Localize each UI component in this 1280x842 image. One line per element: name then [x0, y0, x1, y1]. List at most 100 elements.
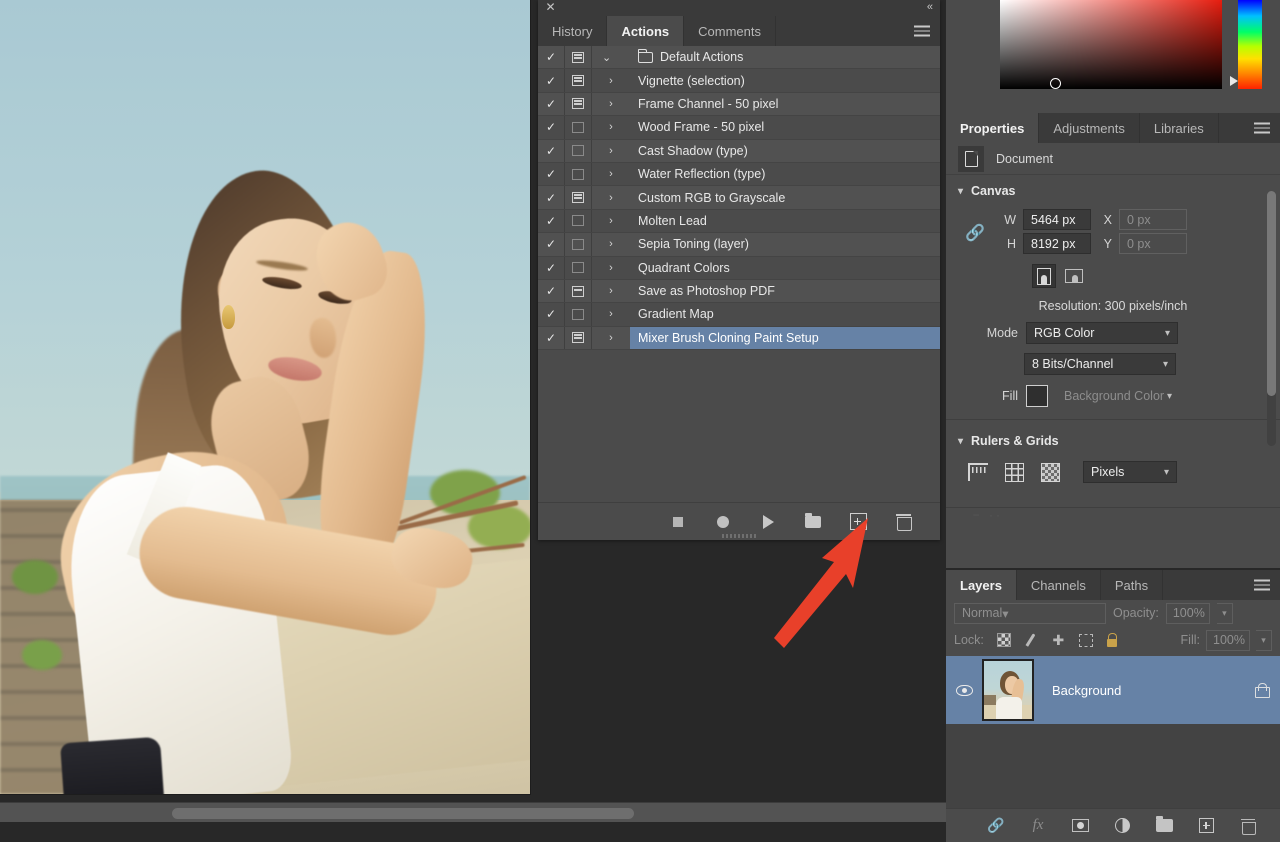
toggle-dialog-box[interactable] — [564, 139, 592, 162]
fill-type-select[interactable]: Background Color ▾ — [1056, 385, 1180, 407]
lock-all-icon[interactable] — [1106, 633, 1118, 647]
new-adjustment-layer-button[interactable] — [1112, 816, 1132, 836]
expand-action-icon[interactable]: › — [592, 285, 630, 297]
action-enabled-checkbox[interactable]: ✓ — [538, 307, 564, 321]
action-enabled-checkbox[interactable]: ✓ — [538, 120, 564, 134]
y-input[interactable]: 0 px — [1119, 233, 1187, 254]
action-row[interactable]: ✓ › Cast Shadow (type) — [538, 139, 940, 163]
toggle-dialog-box[interactable] — [564, 92, 592, 116]
add-layer-mask-button[interactable] — [1070, 816, 1090, 836]
grid-icon[interactable] — [1005, 462, 1024, 482]
hue-slider[interactable] — [1230, 0, 1262, 89]
delete-layer-button[interactable] — [1238, 816, 1258, 836]
action-enabled-checkbox[interactable]: ✓ — [538, 74, 564, 88]
landscape-orientation-button[interactable] — [1062, 264, 1086, 288]
action-row[interactable]: ✓ › Vignette (selection) — [538, 69, 940, 93]
action-name[interactable]: Custom RGB to Grayscale — [630, 186, 940, 208]
properties-vertical-scrollbar[interactable] — [1267, 191, 1276, 446]
layer-thumbnail[interactable] — [982, 659, 1034, 721]
action-name[interactable]: Mixer Brush Cloning Paint Setup — [630, 326, 940, 350]
expand-action-icon[interactable]: › — [592, 75, 630, 87]
toggle-dialog-box[interactable] — [564, 233, 592, 256]
expand-action-icon[interactable]: › — [592, 332, 630, 344]
tab-comments[interactable]: Comments — [684, 16, 776, 46]
canvas-horizontal-scrollbar[interactable] — [0, 802, 946, 822]
action-name[interactable]: Water Reflection (type) — [630, 163, 940, 185]
bit-depth-select[interactable]: 8 Bits/Channel ▾ — [1024, 353, 1176, 375]
toggle-dialog-box[interactable] — [564, 162, 592, 186]
toggle-dialog-box[interactable] — [564, 116, 592, 139]
action-name[interactable]: Wood Frame - 50 pixel — [630, 116, 940, 138]
toggle-dialog-box[interactable] — [564, 256, 592, 279]
toggle-dialog-box[interactable] — [564, 303, 592, 326]
panel-menu-icon[interactable] — [1254, 122, 1270, 134]
action-enabled-checkbox[interactable]: ✓ — [538, 261, 564, 275]
lock-transparent-pixels-icon[interactable] — [996, 633, 1011, 647]
action-row[interactable]: ✓ › Molten Lead — [538, 209, 940, 234]
x-input[interactable]: 0 px — [1119, 209, 1187, 230]
color-mode-select[interactable]: RGB Color ▾ — [1026, 322, 1178, 344]
action-enabled-checkbox[interactable]: ✓ — [538, 50, 564, 64]
expand-action-icon[interactable]: › — [592, 145, 630, 157]
opacity-stepper[interactable]: ▾ — [1216, 602, 1233, 624]
expand-action-icon[interactable]: › — [592, 192, 630, 204]
action-enabled-checkbox[interactable]: ✓ — [538, 237, 564, 251]
toggle-dialog-box[interactable] — [564, 69, 592, 92]
action-row[interactable]: ✓ › Frame Channel - 50 pixel — [538, 92, 940, 117]
toggle-dialog-box[interactable] — [564, 279, 592, 303]
fill-color-swatch[interactable] — [1026, 385, 1048, 407]
toggle-dialog-box[interactable] — [564, 186, 592, 209]
lock-artboard-nesting-icon[interactable] — [1078, 633, 1093, 647]
rulers-grids-section-header[interactable]: ▾ Rulers & Grids — [946, 428, 1280, 454]
action-name[interactable]: Cast Shadow (type) — [630, 140, 940, 162]
action-name[interactable]: Vignette (selection) — [630, 69, 940, 91]
fill-input[interactable]: 100% — [1206, 629, 1250, 651]
action-row[interactable]: ✓ › Wood Frame - 50 pixel — [538, 116, 940, 140]
collapse-panel-icon[interactable]: « — [927, 1, 933, 14]
expand-action-icon[interactable]: › — [592, 262, 630, 274]
chevron-down-icon[interactable]: ▾ — [958, 436, 963, 447]
action-name[interactable]: Save as Photoshop PDF — [630, 280, 940, 302]
layer-name[interactable]: Background — [1052, 683, 1255, 698]
action-enabled-checkbox[interactable]: ✓ — [538, 97, 564, 111]
canvas-section-header[interactable]: ▾ Canvas — [946, 175, 1280, 204]
link-dimensions-icon[interactable]: 🔗 — [965, 220, 985, 246]
blend-mode-select[interactable]: Normal ▾ — [954, 602, 1106, 624]
fill-stepper[interactable]: ▾ — [1256, 629, 1272, 651]
expand-action-icon[interactable]: › — [592, 168, 630, 180]
toggle-dialog-box[interactable] — [564, 46, 592, 69]
action-name[interactable]: Sepia Toning (layer) — [630, 233, 940, 255]
opacity-input[interactable]: 100% — [1165, 602, 1210, 624]
expand-action-icon[interactable]: › — [592, 98, 630, 110]
chevron-down-icon[interactable]: ▾ — [958, 186, 963, 197]
units-select[interactable]: Pixels ▾ — [1083, 461, 1177, 483]
lock-position-move-icon[interactable]: ✚ — [1051, 632, 1066, 648]
portrait-orientation-button[interactable] — [1032, 264, 1056, 288]
stop-playing-recording-button[interactable] — [667, 511, 689, 533]
width-input[interactable]: 5464 px — [1023, 209, 1091, 230]
panel-resize-handle[interactable] — [722, 534, 756, 538]
tab-history[interactable]: History — [538, 16, 608, 46]
canvas-image[interactable] — [0, 0, 530, 794]
color-gradient-field[interactable] — [1000, 0, 1222, 89]
tab-channels[interactable]: Channels — [1016, 570, 1101, 600]
rulers-icon[interactable] — [968, 463, 988, 481]
tab-libraries[interactable]: Libraries — [1139, 113, 1219, 143]
expand-action-icon[interactable]: › — [592, 215, 630, 227]
close-icon[interactable]: ✕ — [544, 1, 557, 14]
expand-action-icon[interactable]: › — [592, 308, 630, 320]
expand-set-icon[interactable]: ⌄ — [592, 51, 630, 64]
action-row[interactable]: ✓ › Mixer Brush Cloning Paint Setup — [538, 326, 940, 351]
action-enabled-checkbox[interactable]: ✓ — [538, 191, 564, 205]
action-row[interactable]: ✓ › Water Reflection (type) — [538, 162, 940, 187]
scrollbar-thumb[interactable] — [172, 808, 634, 819]
action-name[interactable]: Frame Channel - 50 pixel — [630, 93, 940, 115]
action-enabled-checkbox[interactable]: ✓ — [538, 331, 564, 345]
layers-list[interactable]: Background — [946, 656, 1280, 808]
begin-recording-button[interactable] — [712, 511, 734, 533]
hue-marker-icon[interactable] — [1230, 76, 1238, 86]
play-selection-button[interactable] — [757, 511, 779, 533]
new-group-button[interactable] — [1154, 816, 1174, 836]
layer-style-fx-button[interactable]: fx — [1028, 816, 1048, 836]
tab-properties[interactable]: Properties — [946, 113, 1040, 143]
